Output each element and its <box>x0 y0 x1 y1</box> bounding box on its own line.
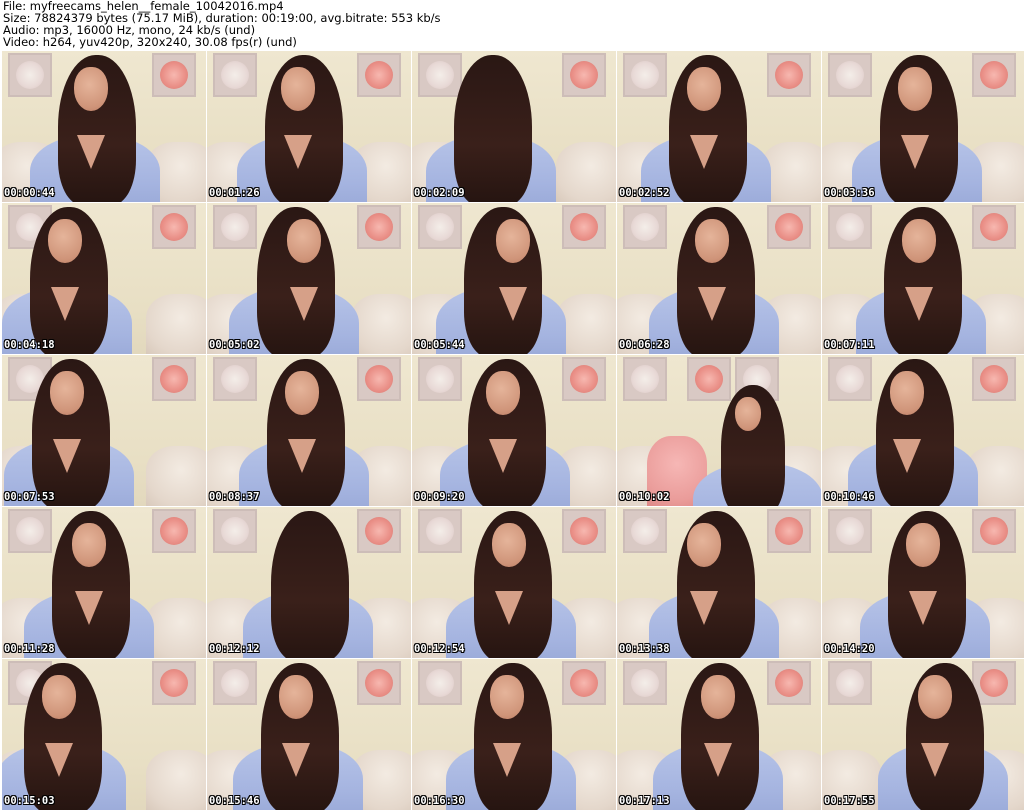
thumbnail-timestamp: 00:05:02 <box>209 339 260 351</box>
video-thumbnail: 00:07:53 <box>2 355 206 506</box>
thumbnail-timestamp: 00:01:26 <box>209 187 260 199</box>
thumbnail-timestamp: 00:13:38 <box>619 643 670 655</box>
video-thumbnail: 00:07:11 <box>822 203 1024 354</box>
thumbnail-timestamp: 00:17:55 <box>824 795 875 807</box>
video-thumbnail: 00:12:12 <box>207 507 411 658</box>
thumbnail-timestamp: 00:10:02 <box>619 491 670 503</box>
video-thumbnail: 00:16:30 <box>412 659 616 810</box>
thumbnail-timestamp: 00:00:44 <box>4 187 55 199</box>
thumbnail-timestamp: 00:15:03 <box>4 795 55 807</box>
video-thumbnail: 00:14:20 <box>822 507 1024 658</box>
thumbnail-timestamp: 00:07:11 <box>824 339 875 351</box>
thumbnail-timestamp: 00:11:28 <box>4 643 55 655</box>
video-thumbnail: 00:08:37 <box>207 355 411 506</box>
video-thumbnail: 00:10:46 <box>822 355 1024 506</box>
video-thumbnail: 00:09:20 <box>412 355 616 506</box>
thumbnail-timestamp: 00:17:13 <box>619 795 670 807</box>
video-thumbnail: 00:06:28 <box>617 203 821 354</box>
video-thumbnail: 00:12:54 <box>412 507 616 658</box>
video-thumbnail: 00:02:09 <box>412 51 616 202</box>
video-thumbnail: 00:00:44 <box>2 51 206 202</box>
thumbnail-timestamp: 00:09:20 <box>414 491 465 503</box>
thumbnail-timestamp: 00:02:09 <box>414 187 465 199</box>
thumbnail-timestamp: 00:05:44 <box>414 339 465 351</box>
video-thumbnail: 00:04:18 <box>2 203 206 354</box>
thumbnail-timestamp: 00:06:28 <box>619 339 670 351</box>
thumbnail-grid: 00:00:44 00:01:26 00:02:09 00:02:52 00:03:36… <box>0 0 1024 811</box>
thumbnail-timestamp: 00:08:37 <box>209 491 260 503</box>
video-thumbnail: 00:05:44 <box>412 203 616 354</box>
thumbnail-timestamp: 00:12:12 <box>209 643 260 655</box>
thumbnail-timestamp: 00:07:53 <box>4 491 55 503</box>
thumbnail-timestamp: 00:15:46 <box>209 795 260 807</box>
video-thumbnail: 00:17:55 <box>822 659 1024 810</box>
video-thumbnail: 00:17:13 <box>617 659 821 810</box>
thumbnail-timestamp: 00:03:36 <box>824 187 875 199</box>
thumbnail-timestamp: 00:12:54 <box>414 643 465 655</box>
video-thumbnail: 00:11:28 <box>2 507 206 658</box>
thumbnail-timestamp: 00:14:20 <box>824 643 875 655</box>
video-thumbnail: 00:03:36 <box>822 51 1024 202</box>
thumbnail-timestamp: 00:16:30 <box>414 795 465 807</box>
video-thumbnail: 00:15:46 <box>207 659 411 810</box>
thumbnail-timestamp: 00:10:46 <box>824 491 875 503</box>
video-thumbnail: 00:15:03 <box>2 659 206 810</box>
thumbnail-timestamp: 00:02:52 <box>619 187 670 199</box>
thumbnail-timestamp: 00:04:18 <box>4 339 55 351</box>
video-thumbnail: 00:13:38 <box>617 507 821 658</box>
video-thumbnail: 00:01:26 <box>207 51 411 202</box>
video-thumbnail: 00:05:02 <box>207 203 411 354</box>
video-thumbnail: 00:02:52 <box>617 51 821 202</box>
video-thumbnail: 00:10:02 <box>617 355 821 506</box>
